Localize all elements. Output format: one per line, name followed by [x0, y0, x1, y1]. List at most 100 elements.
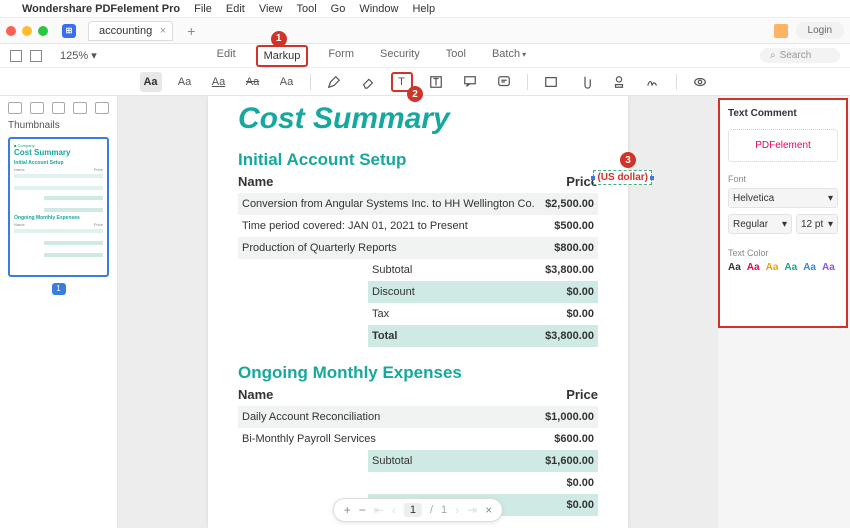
- thumbnails-title: Thumbnails: [8, 120, 109, 131]
- shape-rect-icon[interactable]: [540, 72, 562, 92]
- callout-icon[interactable]: [459, 72, 481, 92]
- color-swatch[interactable]: Aa: [728, 262, 741, 274]
- close-tab-icon[interactable]: ×: [160, 25, 166, 37]
- current-page-input[interactable]: 1: [404, 503, 422, 517]
- title-bar: ⊞ accounting × + Login: [0, 18, 850, 44]
- total-pages: 1: [441, 504, 447, 516]
- font-weight-select[interactable]: Regular▾: [728, 214, 792, 234]
- chevron-down-icon: ▾: [782, 219, 787, 230]
- table-header: Name Price (US dollar) 3: [238, 174, 598, 189]
- prev-page-icon[interactable]: ‹: [392, 503, 396, 517]
- page-navigator: + − ⇤ ‹ 1 / 1 › ⇥ ×: [333, 498, 503, 522]
- document-viewport[interactable]: Cost Summary Initial Account Setup Name …: [118, 96, 718, 528]
- thumb-comment-icon[interactable]: [52, 102, 66, 114]
- callout-badge-3: 3: [620, 152, 636, 168]
- section-2-heading: Ongoing Monthly Expenses: [238, 363, 598, 383]
- chevron-down-icon: ▾: [828, 193, 833, 204]
- next-page-icon[interactable]: ›: [455, 503, 459, 517]
- tab-edit[interactable]: Edit: [211, 45, 242, 67]
- col-name: Name: [238, 174, 273, 189]
- table-row: Daily Account Reconciliation$1,000.00: [238, 406, 598, 428]
- separator: [676, 74, 677, 90]
- login-button[interactable]: Login: [796, 22, 844, 39]
- highlight-tool-icon[interactable]: Aa: [140, 72, 162, 92]
- text-comment-annotation[interactable]: (US dollar): [593, 170, 652, 185]
- menu-help[interactable]: Help: [412, 3, 435, 15]
- thumb-attach-icon[interactable]: [73, 102, 87, 114]
- first-page-icon[interactable]: ⇤: [374, 503, 384, 517]
- gift-icon[interactable]: [774, 24, 788, 38]
- close-nav-icon[interactable]: ×: [485, 503, 492, 517]
- thumb-page-icon[interactable]: [8, 102, 22, 114]
- mode-tabs: Edit Markup Form Security Tool Batch 1: [211, 45, 532, 67]
- zoom-out-icon[interactable]: −: [359, 503, 366, 517]
- thumb-link-icon[interactable]: [95, 102, 109, 114]
- color-swatch[interactable]: Aa: [784, 262, 797, 274]
- subtotal-table: Subtotal$3,800.00 Discount$0.00 Tax$0.00…: [368, 259, 598, 347]
- squiggly-icon[interactable]: Aa: [276, 72, 298, 92]
- tab-batch[interactable]: Batch: [486, 45, 532, 67]
- last-page-icon[interactable]: ⇥: [467, 503, 477, 517]
- markup-toolbar: Aa Aa Aa Aa Aa T 2: [0, 68, 850, 96]
- menu-tool[interactable]: Tool: [296, 3, 316, 15]
- text-box-icon[interactable]: [425, 72, 447, 92]
- font-label: Font: [728, 174, 838, 184]
- page-title: Cost Summary: [238, 102, 598, 136]
- app-logo-icon: ⊞: [62, 24, 76, 38]
- thumbnails-tools: [8, 102, 109, 114]
- app-name: Wondershare PDFelement Pro: [22, 3, 180, 15]
- zoom-level[interactable]: 125% ▾: [60, 49, 97, 62]
- attachment-icon[interactable]: [574, 72, 596, 92]
- new-tab-button[interactable]: +: [187, 23, 195, 39]
- tab-security[interactable]: Security: [374, 45, 426, 67]
- stamp-icon[interactable]: [608, 72, 630, 92]
- close-window-icon[interactable]: [6, 26, 16, 36]
- underline-icon[interactable]: Aa: [208, 72, 230, 92]
- menu-window[interactable]: Window: [359, 3, 398, 15]
- tab-tool[interactable]: Tool: [440, 45, 472, 67]
- thumbnails-panel: Thumbnails ■ Company Cost Summary Initia…: [0, 96, 118, 528]
- section-1-heading: Initial Account Setup: [238, 150, 598, 170]
- font-family-select[interactable]: Helvetica▾: [728, 188, 838, 208]
- page-sep: /: [430, 504, 433, 516]
- menu-file[interactable]: File: [194, 3, 212, 15]
- eraser-icon[interactable]: [357, 72, 379, 92]
- search-box[interactable]: ⌕ Search: [760, 48, 840, 63]
- color-swatch[interactable]: Aa: [822, 262, 835, 274]
- tab-form[interactable]: Form: [322, 45, 360, 67]
- pencil-icon[interactable]: [323, 72, 345, 92]
- grid-view-icon[interactable]: [30, 50, 42, 62]
- mac-menubar: Wondershare PDFelement Pro File Edit Vie…: [0, 0, 850, 18]
- document-tab-label: accounting: [99, 25, 152, 37]
- table-row: Production of Quarterly Reports$800.00: [238, 237, 598, 259]
- thumbnail-page-number: 1: [52, 283, 66, 295]
- panel-toggle-icon[interactable]: [10, 50, 22, 62]
- document-page: Cost Summary Initial Account Setup Name …: [208, 96, 628, 528]
- document-tab[interactable]: accounting ×: [88, 21, 173, 41]
- menu-view[interactable]: View: [259, 3, 283, 15]
- callout-badge-2: 2: [407, 86, 423, 102]
- strikethrough-icon[interactable]: Aa: [242, 72, 264, 92]
- minimize-window-icon[interactable]: [22, 26, 32, 36]
- note-icon[interactable]: [493, 72, 515, 92]
- tab-markup[interactable]: Markup: [256, 45, 309, 67]
- fullscreen-window-icon[interactable]: [38, 26, 48, 36]
- hide-annotations-icon[interactable]: [689, 72, 711, 92]
- table-row: Conversion from Angular Systems Inc. to …: [238, 193, 598, 215]
- text-style-a-icon[interactable]: Aa: [174, 72, 196, 92]
- color-swatch[interactable]: Aa: [803, 262, 816, 274]
- menu-go[interactable]: Go: [331, 3, 346, 15]
- menu-edit[interactable]: Edit: [226, 3, 245, 15]
- page-thumbnail[interactable]: ■ Company Cost Summary Initial Account S…: [8, 137, 109, 277]
- panel-title: Text Comment: [728, 108, 838, 119]
- color-swatch[interactable]: Aa: [766, 262, 779, 274]
- thumb-bookmark-icon[interactable]: [30, 102, 44, 114]
- signature-icon[interactable]: [642, 72, 664, 92]
- col-price: Price: [566, 387, 598, 402]
- traffic-lights: [6, 26, 48, 36]
- text-preview: PDFelement: [728, 129, 838, 162]
- search-icon: ⌕: [770, 50, 776, 61]
- zoom-in-icon[interactable]: +: [344, 503, 351, 517]
- color-swatch[interactable]: Aa: [747, 262, 760, 274]
- font-size-select[interactable]: 12 pt▾: [796, 214, 838, 234]
